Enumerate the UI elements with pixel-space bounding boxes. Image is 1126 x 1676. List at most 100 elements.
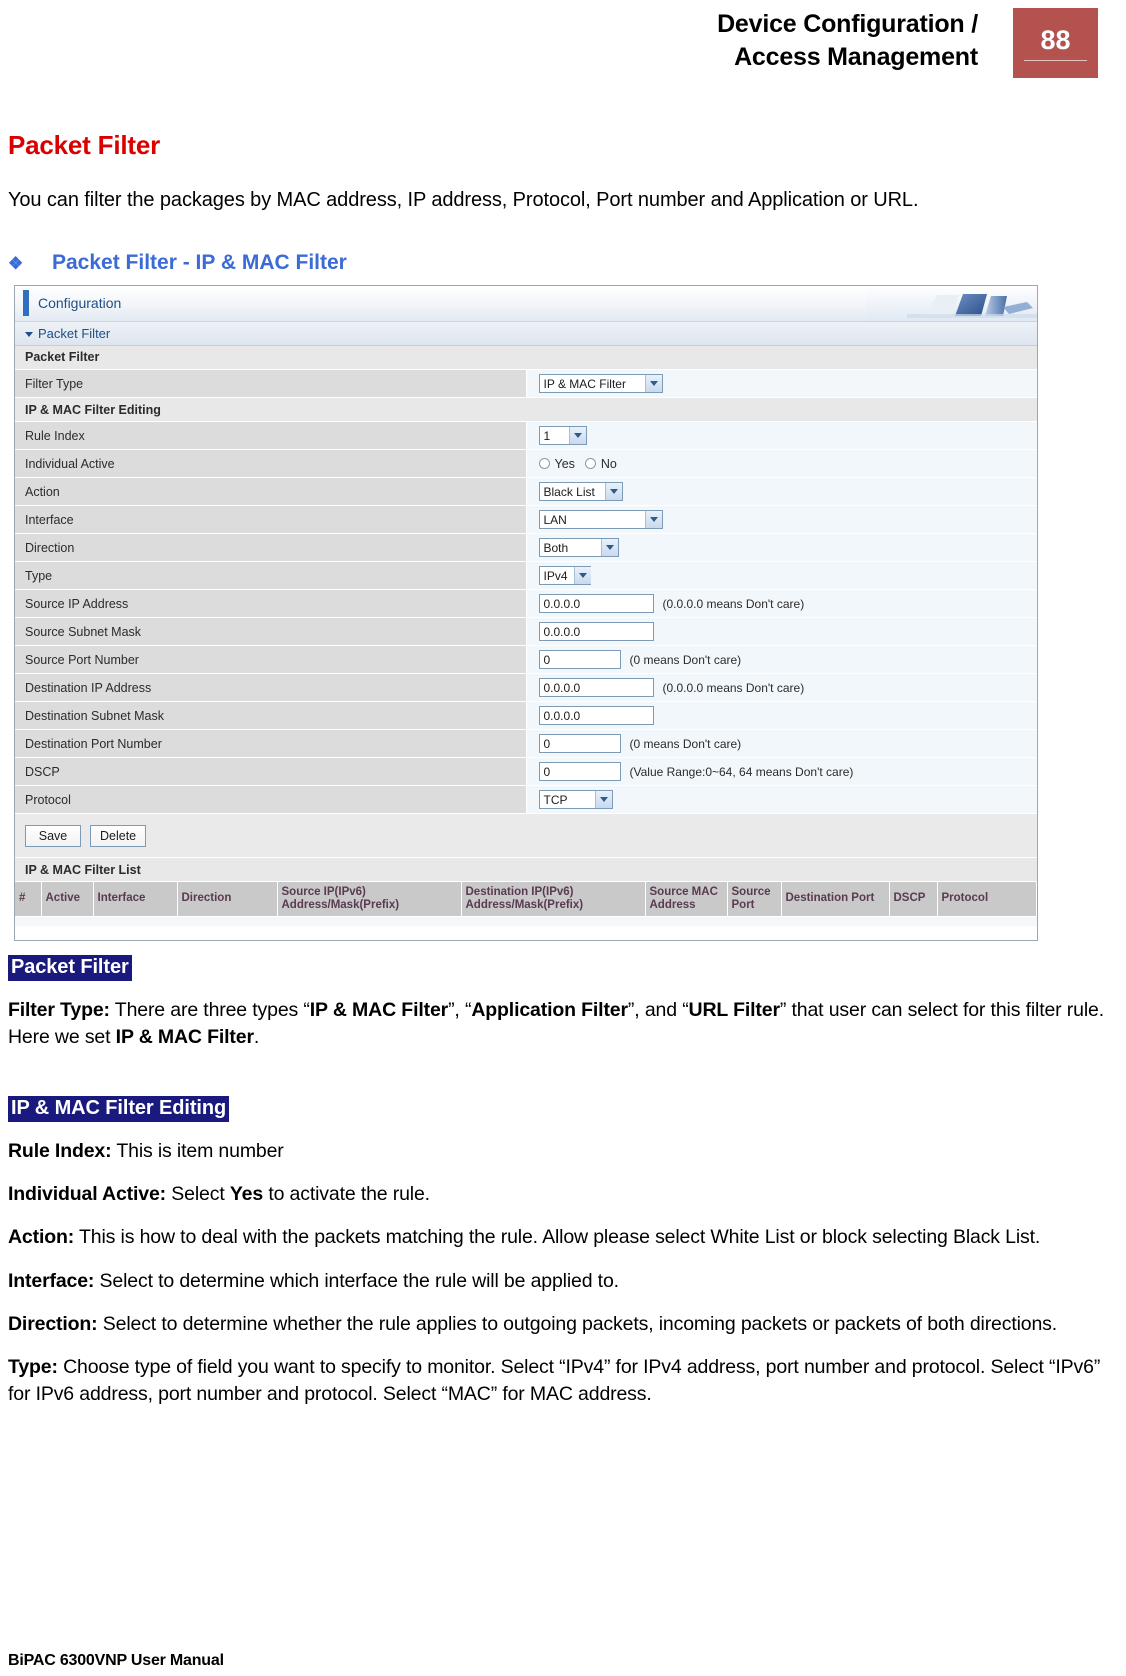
col-source-port: Source Port xyxy=(727,882,782,917)
select-protocol[interactable]: TCP xyxy=(538,790,613,810)
desc-direction-term: Direction: xyxy=(8,1312,98,1335)
delete-button[interactable]: Delete xyxy=(90,824,147,847)
desc-rule-index: Rule Index: This is item number xyxy=(8,1138,1104,1165)
footer-manual-name: BiPAC 6300VNP User Manual xyxy=(8,1652,224,1669)
input-dest-port[interactable]: 0 xyxy=(538,734,621,754)
configuration-label: Configuration xyxy=(38,295,122,312)
label-filter-type: Filter Type xyxy=(15,369,527,399)
label-source-port: Source Port Number xyxy=(15,645,527,675)
input-source-port[interactable]: 0 xyxy=(538,650,621,670)
desc-rule-index-text: This is item number xyxy=(111,1139,284,1162)
row-rule-index: Rule Index 1 xyxy=(15,421,1037,451)
desc-filter-type-b3: URL Filter xyxy=(688,999,780,1022)
row-dscp: DSCP 0 (Value Range:0~64, 64 means Don't… xyxy=(15,757,1037,787)
select-type[interactable]: IPv4 xyxy=(538,566,591,586)
label-type: Type xyxy=(15,561,527,591)
col-source-ip: Source IP(IPv6) Address/Mask(Prefix) xyxy=(277,882,462,917)
radio-circle-icon xyxy=(538,458,550,470)
page-title: Device Configuration / Access Management xyxy=(717,10,978,71)
row-interface: Interface LAN xyxy=(15,505,1037,535)
chevron-down-icon[interactable] xyxy=(644,375,662,393)
group-header-packet-filter-label: Packet Filter xyxy=(15,345,1037,371)
label-protocol: Protocol xyxy=(15,785,527,815)
collapse-triangle-icon[interactable] xyxy=(25,331,33,337)
desc-filter-type-t1: There are three types “ xyxy=(109,999,310,1022)
col-direction: Direction xyxy=(177,882,278,917)
row-source-mask: Source Subnet Mask 0.0.0.0 xyxy=(15,617,1037,647)
select-interface[interactable]: LAN xyxy=(538,510,663,530)
label-dest-mask: Destination Subnet Mask xyxy=(15,701,527,731)
desc-filter-type-t3: ”, and “ xyxy=(627,999,689,1022)
col-active: Active xyxy=(41,882,94,917)
radio-individual-active-yes[interactable]: Yes xyxy=(538,456,575,471)
chevron-down-icon[interactable] xyxy=(573,567,591,585)
select-protocol-value: TCP xyxy=(543,792,568,807)
select-direction-value: Both xyxy=(543,540,569,555)
label-rule-index: Rule Index xyxy=(15,421,527,451)
desc-filter-type-t2: ”, “ xyxy=(448,999,472,1022)
label-direction: Direction xyxy=(15,533,527,563)
diamond-bullet-icon: ❖ xyxy=(8,253,24,273)
desc-action-term: Action: xyxy=(8,1226,75,1249)
subsection-heading-label: Packet Filter - IP & MAC Filter xyxy=(52,250,347,274)
radio-individual-active-yes-label: Yes xyxy=(554,456,575,471)
subsection-heading: ❖ Packet Filter - IP & MAC Filter xyxy=(8,251,1104,275)
col-dest-port: Destination Port xyxy=(781,882,890,917)
row-direction: Direction Both xyxy=(15,533,1037,563)
filter-list-title: IP & MAC Filter List xyxy=(15,858,1037,883)
chevron-down-icon[interactable] xyxy=(600,539,618,557)
select-filter-type-value: IP & MAC Filter xyxy=(543,376,626,391)
label-dest-ip: Destination IP Address xyxy=(15,673,527,703)
desc-heading-filter-editing-wrap: IP & MAC Filter Editing xyxy=(8,1095,1104,1122)
hint-dscp: (Value Range:0~64, 64 means Don't care) xyxy=(629,764,854,779)
desc-filter-type-t5: . xyxy=(253,1026,260,1049)
select-action[interactable]: Black List xyxy=(538,482,623,502)
label-individual-active: Individual Active xyxy=(15,449,527,479)
col-dscp: DSCP xyxy=(889,882,938,917)
save-button[interactable]: Save xyxy=(25,824,81,847)
desc-filter-type: Filter Type: There are three types “IP &… xyxy=(8,997,1104,1052)
page-header: Device Configuration / Access Management… xyxy=(0,0,1126,92)
hint-source-ip: (0.0.0.0 means Don't care) xyxy=(662,596,805,611)
desc-interface-text: Select to determine which interface the … xyxy=(94,1269,620,1292)
select-rule-index-value: 1 xyxy=(543,428,551,443)
radio-individual-active-no-label: No xyxy=(600,456,617,471)
chevron-down-icon[interactable] xyxy=(568,427,586,445)
desc-direction-text: Select to determine whether the rule app… xyxy=(97,1312,1058,1335)
group-header-filter-editing: IP & MAC Filter Editing xyxy=(15,397,1037,423)
desc-interface: Interface: Select to determine which int… xyxy=(8,1268,1104,1295)
hero-graphic-icon xyxy=(867,285,1037,321)
group-header-filter-editing-label: IP & MAC Filter Editing xyxy=(15,397,1037,423)
desc-individual-active-t2: to activate the rule. xyxy=(263,1182,430,1205)
input-source-mask[interactable]: 0.0.0.0 xyxy=(538,622,654,642)
table-empty-row xyxy=(15,916,1037,927)
input-dest-mask[interactable]: 0.0.0.0 xyxy=(538,706,654,726)
screenshot-topbar: Configuration xyxy=(15,285,1037,322)
panel-title-label: Packet Filter xyxy=(38,325,111,341)
select-rule-index[interactable]: 1 xyxy=(538,426,587,446)
input-dscp[interactable]: 0 xyxy=(538,762,621,782)
desc-interface-term: Interface: xyxy=(8,1269,95,1292)
desc-direction: Direction: Select to determine whether t… xyxy=(8,1311,1104,1338)
page-number: 88 xyxy=(1024,25,1087,61)
col-protocol: Protocol xyxy=(937,882,1037,917)
row-source-ip: Source IP Address 0.0.0.0 (0.0.0.0 means… xyxy=(15,589,1037,619)
desc-heading-packet-filter: Packet Filter xyxy=(8,955,132,982)
desc-heading-filter-editing: IP & MAC Filter Editing xyxy=(8,1095,230,1122)
chevron-down-icon[interactable] xyxy=(644,511,662,529)
input-source-ip[interactable]: 0.0.0.0 xyxy=(538,594,654,614)
row-source-port: Source Port Number 0 (0 means Don't care… xyxy=(15,645,1037,675)
col-interface: Interface xyxy=(93,882,178,917)
input-dest-ip[interactable]: 0.0.0.0 xyxy=(538,678,654,698)
desc-type-term: Type: xyxy=(8,1356,58,1379)
chevron-down-icon[interactable] xyxy=(604,483,622,501)
select-direction[interactable]: Both xyxy=(538,538,619,558)
packet-filter-panel-title[interactable]: Packet Filter xyxy=(15,321,1037,346)
chevron-down-icon[interactable] xyxy=(594,791,612,809)
page-content: Packet Filter You can filter the package… xyxy=(0,130,1126,1409)
col-source-mac: Source MAC Address xyxy=(645,882,728,917)
label-source-mask: Source Subnet Mask xyxy=(15,617,527,647)
radio-individual-active-no[interactable]: No xyxy=(584,456,617,471)
label-source-ip: Source IP Address xyxy=(15,589,527,619)
select-filter-type[interactable]: IP & MAC Filter xyxy=(538,374,663,394)
